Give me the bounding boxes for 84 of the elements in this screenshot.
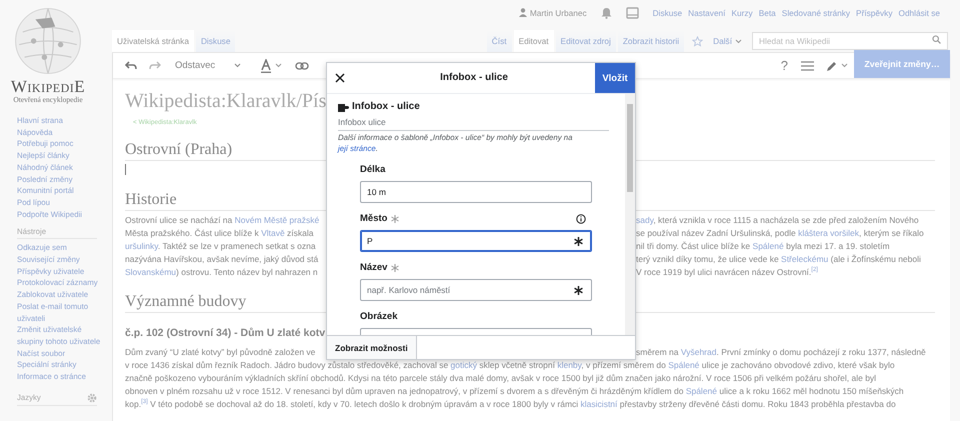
article-link[interactable]: Vltavě bbox=[261, 228, 285, 238]
globe-logo-icon[interactable] bbox=[12, 5, 84, 77]
paragraph-line: Ostrovní ulice se nachází na Novém Městě pražské bbox=[125, 214, 320, 227]
personal-link[interactable]: Odhlásit se bbox=[898, 8, 940, 18]
field-label: Obrázek bbox=[360, 311, 398, 323]
paragraph-line: sady, která vznikla v roce 1115 a nacházela se zde před založením Nového bbox=[636, 214, 920, 227]
field-label: Město bbox=[360, 213, 388, 225]
article-link[interactable]: klasicistní bbox=[580, 399, 618, 409]
paragraph-line: Dům zvaný “U zlaté kotvy” byl původně založen ve bbox=[125, 346, 316, 359]
paragraph-format-dropdown[interactable]: Odstavec bbox=[167, 60, 247, 71]
more-menu[interactable]: Další bbox=[713, 36, 742, 46]
paragraph-line: se používal název Zadní Uršulinská, podle kláštera voršilek, kterým se říkalo bbox=[636, 227, 925, 240]
article-link[interactable]: Vyšehrad bbox=[680, 347, 716, 357]
user-icon bbox=[518, 8, 527, 17]
search-field[interactable]: Hledat na Wikipedii bbox=[752, 32, 948, 50]
personal-link[interactable]: Příspěvky bbox=[856, 8, 892, 18]
paragraph-line: značně poškozeno vybouráním výkladních skříní obchodů. Kdysi na této parcele stály dva malé domy, avšak v roce 1500 byl již dům značen jako nárožní. V roce 1506 při velkém požáru shořel, ale byl bbox=[125, 373, 876, 383]
text-cursor bbox=[125, 164, 126, 174]
search-icon[interactable] bbox=[932, 35, 941, 44]
article-link[interactable]: Spálené bbox=[668, 360, 700, 370]
paragraph-line: nil tři domy. Část ulice blíže ke Spálené byla mezi 17. a 19. stoletím bbox=[636, 240, 891, 253]
paragraph-line: kop.$^{[3]}$ V této podobě se dochoval až do 18. století, kdy v 70. letech došlo k drobným úpravám a v roce 1800 byly v rámci klasicistní přestavby strženy dřevěné části domu. Roku 1843 proběhla přestavba do bbox=[125, 399, 896, 409]
article-link[interactable]: Střeleckému bbox=[781, 254, 828, 264]
article-link[interactable]: gotický bbox=[450, 360, 478, 370]
required-icon bbox=[574, 286, 583, 294]
article-link[interactable]: uršulinky bbox=[125, 241, 158, 251]
template-title: Infobox ulice bbox=[338, 116, 609, 131]
paragraph-line: v roce 1436 získal dům řezník Radoch. Jádro budovy zůstalo středověké, zachoval se gotický sklep včetně stropní klenby, v přízemí směrem do Spálené ulice je zachováno obvodové zdivo, které však bylo bbox=[125, 360, 895, 370]
link-icon[interactable] bbox=[295, 62, 309, 70]
personal-link[interactable]: Kurzy bbox=[731, 8, 753, 18]
paragraph-line: Města pražského. Část ulice blíže k Vltavě získala bbox=[125, 227, 315, 240]
subsection-heading: č.p. 102 (Ostrovní 34) - Dům U zlaté kotv bbox=[125, 326, 326, 340]
article-link[interactable]: Spálené bbox=[686, 386, 718, 396]
article-link[interactable]: klenby bbox=[557, 360, 582, 370]
puzzle-icon bbox=[338, 102, 349, 112]
reference-link[interactable]: [2] bbox=[811, 267, 818, 273]
paragraph-line: obnoven v plném rozsahu už v roce 1512. V renesanci byl dům upraven na jednopatrový, v přízemí s dvorem a s dřevěným či hrázděným křídlem do Spálené ulice a k roku 1662 měl hodnotu 150 míšeňských bbox=[125, 386, 904, 396]
field-label: Název bbox=[360, 262, 388, 274]
menu-icon[interactable] bbox=[801, 60, 814, 70]
caret-icon[interactable] bbox=[841, 63, 848, 68]
user-link[interactable]: Martin Urbanec bbox=[530, 8, 587, 18]
paragraph-line: nazývána Havířskou, avšak nevíme, jaký důvod stá bbox=[125, 253, 320, 266]
help-icon[interactable]: ? bbox=[780, 58, 788, 73]
personal-link[interactable]: Diskuse bbox=[652, 8, 682, 18]
article-link[interactable]: Novém Městě pražské bbox=[234, 215, 320, 225]
personal-link[interactable]: Sledované stránky bbox=[782, 8, 850, 18]
info-icon[interactable] bbox=[576, 214, 586, 224]
personal-link[interactable]: Nastavení bbox=[688, 8, 726, 18]
caret-icon bbox=[735, 38, 742, 44]
star-icon[interactable] bbox=[692, 36, 704, 46]
personal-link[interactable]: Beta bbox=[758, 8, 776, 18]
tab[interactable]: Editovat bbox=[514, 30, 554, 52]
article-link[interactable]: Spálené bbox=[752, 241, 784, 251]
page-title: Wikipedista:Klaravlk/Pís bbox=[125, 89, 326, 113]
paragraph-line: uršulinky. Taktéž se lze v pramenech setkat s ozna bbox=[125, 240, 317, 253]
pencil-icon[interactable] bbox=[826, 60, 839, 72]
scrollbar[interactable] bbox=[625, 94, 635, 335]
input-field[interactable]: P bbox=[360, 230, 592, 252]
template-name: Infobox - ulice bbox=[352, 100, 420, 114]
article-link[interactable]: kláštera voršilek bbox=[798, 228, 859, 238]
paragraph-line: směrem na Vyšehrad. První zmínky o domu pocházejí z roku 1377, následně bbox=[636, 346, 927, 359]
paragraph-line: V roce 1919 byl ulici navrácen název Ostrovní.$^{[2]}$ bbox=[636, 266, 819, 279]
field-label: Délka bbox=[360, 164, 386, 176]
redo-icon[interactable] bbox=[149, 60, 161, 70]
article-link[interactable]: Slovanskému bbox=[125, 267, 176, 277]
settings-icon[interactable] bbox=[87, 392, 97, 403]
paragraph-line: terý vznikl díky tomu, že ulice vede ke Střeleckému (ale i Žofínskému neboli bbox=[636, 253, 922, 266]
input-field[interactable]: 10 m bbox=[360, 181, 592, 203]
bell-icon[interactable] bbox=[600, 6, 612, 18]
undo-icon[interactable] bbox=[125, 60, 137, 70]
close-icon bbox=[335, 73, 345, 83]
insert-button[interactable]: Vložit bbox=[595, 63, 635, 93]
reference-link[interactable]: [3] bbox=[141, 399, 148, 405]
wordmark: WikipediE bbox=[10, 78, 86, 95]
inbox-icon[interactable] bbox=[626, 6, 639, 18]
caret-icon bbox=[234, 63, 241, 68]
show-options-button[interactable]: Zobrazit možnosti bbox=[327, 336, 417, 359]
article-link[interactable]: sady bbox=[636, 215, 654, 225]
required-icon bbox=[574, 236, 583, 246]
dialog-title: Infobox - ulice bbox=[439, 71, 509, 85]
text-style-icon[interactable] bbox=[261, 58, 283, 72]
paragraph-line: Slovanskému) ostrovu. Tento název byl nahrazen n bbox=[125, 266, 319, 279]
publish-button[interactable]: Zveřejnit změny… bbox=[854, 50, 950, 78]
tab[interactable]: Uživatelská stránka bbox=[112, 30, 194, 52]
